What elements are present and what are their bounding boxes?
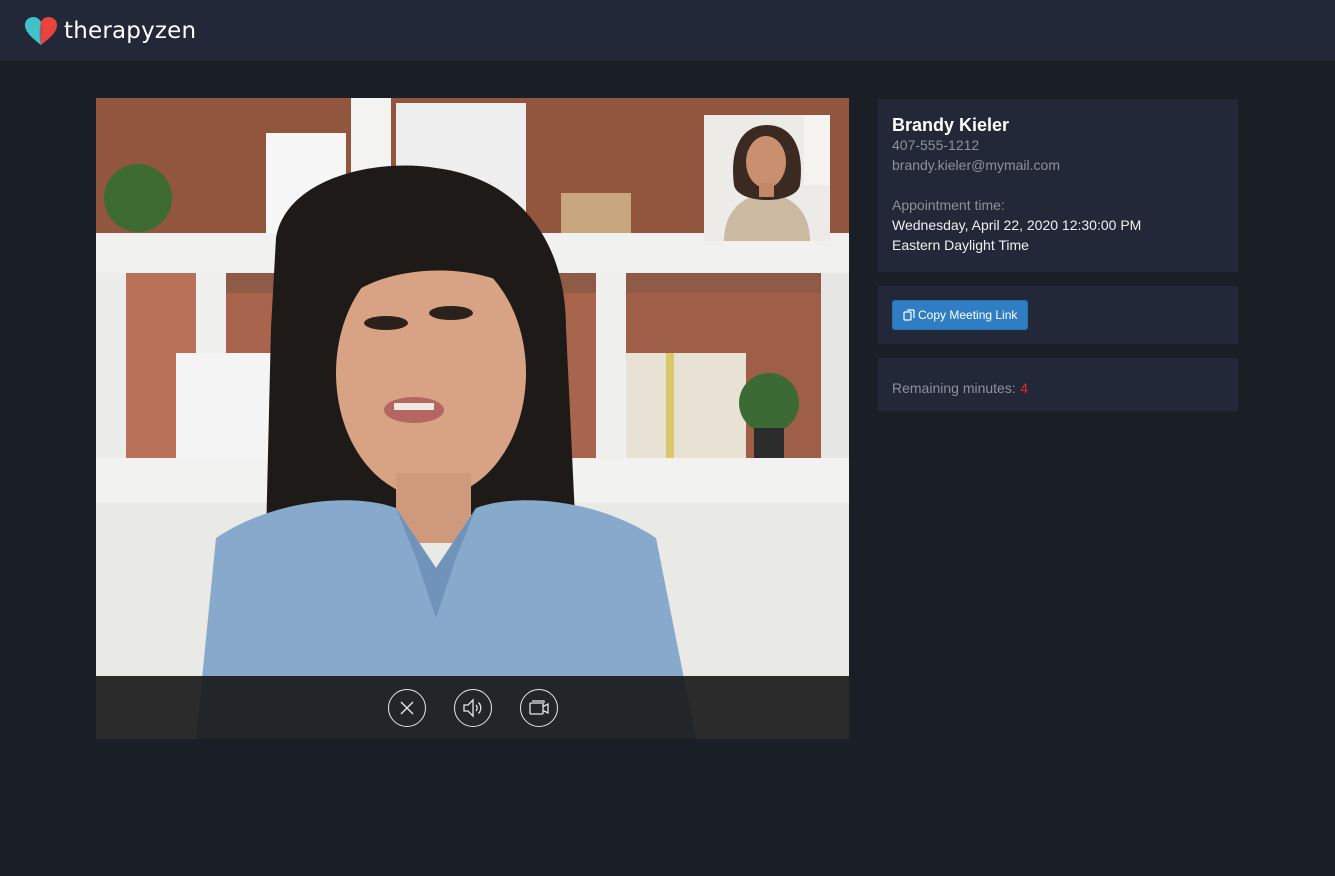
client-email: brandy.kieler@mymail.com	[892, 157, 1060, 173]
brand-logo[interactable]: therapyzen	[24, 16, 196, 46]
camera-toggle-button[interactable]	[519, 688, 558, 727]
end-call-button[interactable]	[387, 688, 426, 727]
meeting-actions-panel: Copy Meeting Link	[878, 286, 1238, 344]
appointment-label: Appointment time:	[892, 197, 1005, 213]
audio-toggle-button[interactable]	[453, 688, 492, 727]
copy-meeting-link-label: Copy Meeting Link	[918, 308, 1018, 322]
copy-icon	[903, 309, 915, 321]
speaker-icon	[462, 697, 481, 718]
camera-icon	[528, 699, 549, 715]
close-icon	[400, 701, 413, 714]
top-bar: therapyzen	[0, 0, 1335, 61]
heart-logo-icon	[25, 16, 57, 45]
remaining-minutes-value: 4	[1020, 380, 1028, 396]
client-phone: 407-555-1212	[892, 137, 980, 153]
remaining-minutes-label: Remaining minutes:	[892, 380, 1016, 396]
remaining-minutes-panel: Remaining minutes: 4	[878, 358, 1238, 411]
brand-name: therapyzen	[64, 17, 197, 44]
copy-meeting-link-button[interactable]: Copy Meeting Link	[892, 300, 1029, 330]
client-name: Brandy Kieler	[892, 115, 1010, 135]
client-info-panel: Brandy Kieler 407-555-1212 brandy.kieler…	[878, 99, 1238, 272]
self-view-video	[704, 115, 830, 241]
appointment-timezone: Eastern Daylight Time	[892, 237, 1029, 253]
call-controls	[96, 676, 849, 739]
local-participant-video	[704, 115, 830, 241]
remote-video	[96, 98, 849, 739]
appointment-datetime: Wednesday, April 22, 2020 12:30:00 PM	[892, 217, 1142, 233]
